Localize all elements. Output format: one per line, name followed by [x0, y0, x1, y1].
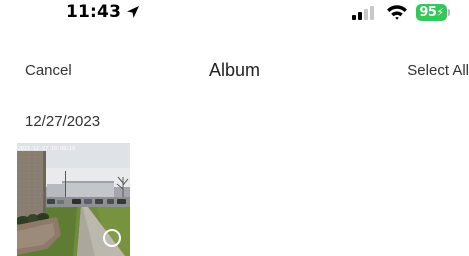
select-checkbox[interactable] [103, 229, 121, 247]
status-time: 11:43 [66, 2, 122, 22]
status-time-group: 11:43 [66, 2, 141, 22]
photo-thumbnail[interactable]: 2023-12-27 10:08:18 [17, 143, 130, 256]
charging-bolt-icon: ⚡︎ [436, 6, 444, 19]
battery-cap [448, 9, 450, 16]
wifi-icon [387, 5, 407, 20]
photo-timestamp-overlay: 2023-12-27 10:08:18 [18, 146, 76, 152]
battery-charging-icon: 95⚡︎ [416, 4, 452, 21]
battery-level-text: 95 [419, 5, 437, 20]
status-bar: 11:43 95⚡︎ [0, 0, 469, 28]
section-date-header: 12/27/2023 [25, 113, 101, 130]
location-arrow-icon [125, 4, 141, 20]
battery-level: 95⚡︎ [416, 4, 447, 21]
cellular-signal-icon [352, 6, 374, 20]
select-all-button[interactable]: Select All [407, 62, 469, 79]
page-title: Album [208, 60, 261, 80]
